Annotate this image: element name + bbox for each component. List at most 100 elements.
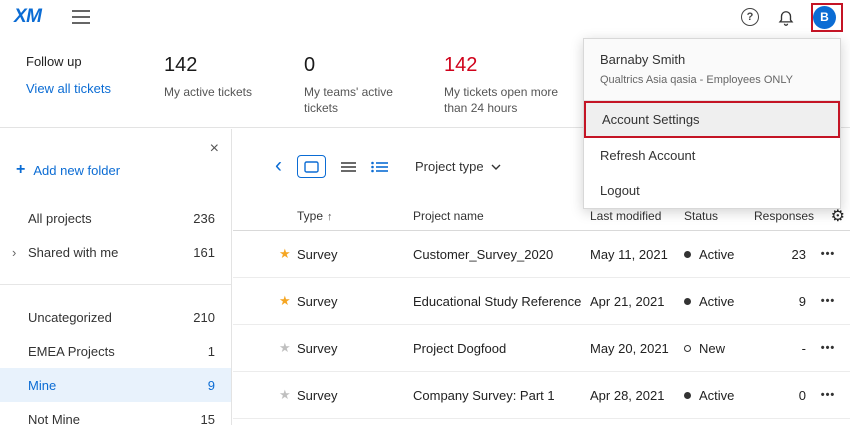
cell-status: Active: [684, 247, 754, 262]
xm-logo: XM: [14, 6, 42, 28]
header-project-name[interactable]: Project name: [413, 209, 590, 223]
cell-last-modified: May 11, 2021: [590, 247, 684, 262]
status-dot: [684, 392, 691, 399]
folder-label: All projects: [28, 211, 92, 226]
menu-item-account-settings[interactable]: Account Settings: [584, 101, 840, 138]
cell-type: Survey: [297, 247, 413, 262]
table-row[interactable]: ★ Survey Customer_Survey_2020 May 11, 20…: [233, 231, 850, 278]
folder-item-emea-projects[interactable]: EMEA Projects 1: [0, 334, 231, 368]
cell-type: Survey: [297, 388, 413, 403]
header-status[interactable]: Status: [684, 209, 754, 223]
header-type[interactable]: Type↑: [297, 209, 413, 223]
folder-label: Shared with me: [28, 245, 118, 260]
folders-sidebar: × + Add new folder All projects 236 › Sh…: [0, 129, 232, 425]
folder-item-shared-with-me[interactable]: › Shared with me 161: [0, 235, 231, 269]
project-type-filter[interactable]: Project type: [415, 159, 501, 174]
user-avatar[interactable]: B: [813, 6, 836, 29]
sidebar-divider: [0, 284, 231, 285]
row-view-icon[interactable]: [341, 161, 356, 173]
cell-status: Active: [684, 294, 754, 309]
folder-count: 9: [208, 378, 215, 393]
cell-status: New: [684, 341, 754, 356]
card-view-icon[interactable]: [297, 155, 326, 178]
top-bar: XM ? B: [0, 0, 850, 34]
plus-icon: +: [16, 161, 25, 179]
folder-label: Mine: [28, 378, 56, 393]
folder-label: EMEA Projects: [28, 344, 115, 359]
table-row[interactable]: ★ Survey Project Dogfood May 20, 2021 Ne…: [233, 325, 850, 372]
metric-label: My tickets open more than 24 hours: [444, 84, 562, 116]
folder-count: 15: [201, 412, 215, 425]
add-folder-label: Add new folder: [33, 163, 120, 178]
favorite-star-icon[interactable]: ★: [279, 246, 297, 262]
follow-up-block: Follow up View all tickets: [26, 54, 164, 127]
status-dot: [684, 251, 691, 258]
cell-last-modified: Apr 21, 2021: [590, 294, 684, 309]
table-row[interactable]: ★ Survey Educational Study Reference Apr…: [233, 278, 850, 325]
folder-label: Uncategorized: [28, 310, 112, 325]
row-actions-ellipsis-icon[interactable]: •••: [806, 295, 850, 307]
chevron-down-icon: [491, 164, 501, 170]
folder-item-uncategorized[interactable]: Uncategorized 210: [0, 300, 231, 334]
cell-type: Survey: [297, 341, 413, 356]
folder-list: All projects 236 › Shared with me 161 Un…: [0, 201, 231, 425]
row-actions-ellipsis-icon[interactable]: •••: [806, 248, 850, 260]
metric-label: My teams' active tickets: [304, 84, 422, 116]
status-dot: [684, 298, 691, 305]
folder-item-mine[interactable]: Mine 9: [0, 368, 231, 402]
cell-last-modified: Apr 28, 2021: [590, 388, 684, 403]
qualtrics-app: XM ? B Follow up View all tickets 142 My…: [0, 0, 850, 425]
view-toolbar: ‹ Project type: [275, 155, 501, 178]
user-org: Qualtrics Asia qasia - Employees ONLY: [600, 74, 824, 86]
hamburger-menu-icon[interactable]: [72, 10, 90, 24]
view-all-tickets-link[interactable]: View all tickets: [26, 81, 164, 96]
metric-value: 0: [304, 54, 444, 77]
cell-type: Survey: [297, 294, 413, 309]
menu-item-refresh-account[interactable]: Refresh Account: [584, 138, 840, 173]
folder-count: 1: [208, 344, 215, 359]
header-responses[interactable]: Responses: [754, 209, 806, 223]
metric-team-tickets: 0 My teams' active tickets: [304, 54, 444, 127]
back-chevron-icon[interactable]: ‹: [275, 155, 282, 176]
folder-count: 210: [193, 310, 215, 325]
favorite-star-icon[interactable]: ★: [279, 340, 297, 356]
cell-last-modified: May 20, 2021: [590, 341, 684, 356]
cell-responses: 9: [754, 294, 806, 309]
list-view-icon[interactable]: [371, 161, 388, 173]
user-name: Barnaby Smith: [600, 52, 824, 67]
folder-item-all-projects[interactable]: All projects 236: [0, 201, 231, 235]
notifications-bell-icon[interactable]: [777, 8, 795, 26]
cell-project-name[interactable]: Customer_Survey_2020: [413, 247, 590, 262]
metric-value: 142: [164, 54, 304, 77]
menu-item-logout[interactable]: Logout: [584, 173, 840, 208]
table-row[interactable]: ★ Survey Company Survey: Part 1 Apr 28, …: [233, 372, 850, 419]
sort-up-icon: ↑: [327, 211, 333, 223]
row-actions-ellipsis-icon[interactable]: •••: [806, 389, 850, 401]
add-new-folder-button[interactable]: + Add new folder: [0, 129, 231, 197]
folder-count: 161: [193, 245, 215, 260]
status-dot: [684, 345, 691, 352]
folder-count: 236: [193, 211, 215, 226]
project-type-label: Project type: [415, 159, 484, 174]
table-body: ★ Survey Customer_Survey_2020 May 11, 20…: [233, 231, 850, 419]
cell-responses: 23: [754, 247, 806, 262]
user-account-menu: Barnaby Smith Qualtrics Asia qasia - Emp…: [583, 38, 841, 209]
cell-responses: -: [754, 341, 806, 356]
cell-project-name[interactable]: Project Dogfood: [413, 341, 590, 356]
favorite-star-icon[interactable]: ★: [279, 293, 297, 309]
close-sidebar-icon[interactable]: ×: [210, 141, 219, 157]
cell-status: Active: [684, 388, 754, 403]
metric-open-24h: 142 My tickets open more than 24 hours: [444, 54, 584, 127]
follow-up-title: Follow up: [26, 54, 164, 69]
cell-project-name[interactable]: Company Survey: Part 1: [413, 388, 590, 403]
favorite-star-icon[interactable]: ★: [279, 387, 297, 403]
metric-active-tickets: 142 My active tickets: [164, 54, 304, 127]
row-actions-ellipsis-icon[interactable]: •••: [806, 342, 850, 354]
header-last-modified[interactable]: Last modified: [590, 209, 684, 223]
user-info-section: Barnaby Smith Qualtrics Asia qasia - Emp…: [584, 39, 840, 101]
chevron-right-icon[interactable]: ›: [12, 245, 28, 260]
cell-responses: 0: [754, 388, 806, 403]
folder-item-not-mine[interactable]: Not Mine 15: [0, 402, 231, 425]
help-icon[interactable]: ?: [741, 8, 759, 26]
cell-project-name[interactable]: Educational Study Reference: [413, 294, 590, 309]
